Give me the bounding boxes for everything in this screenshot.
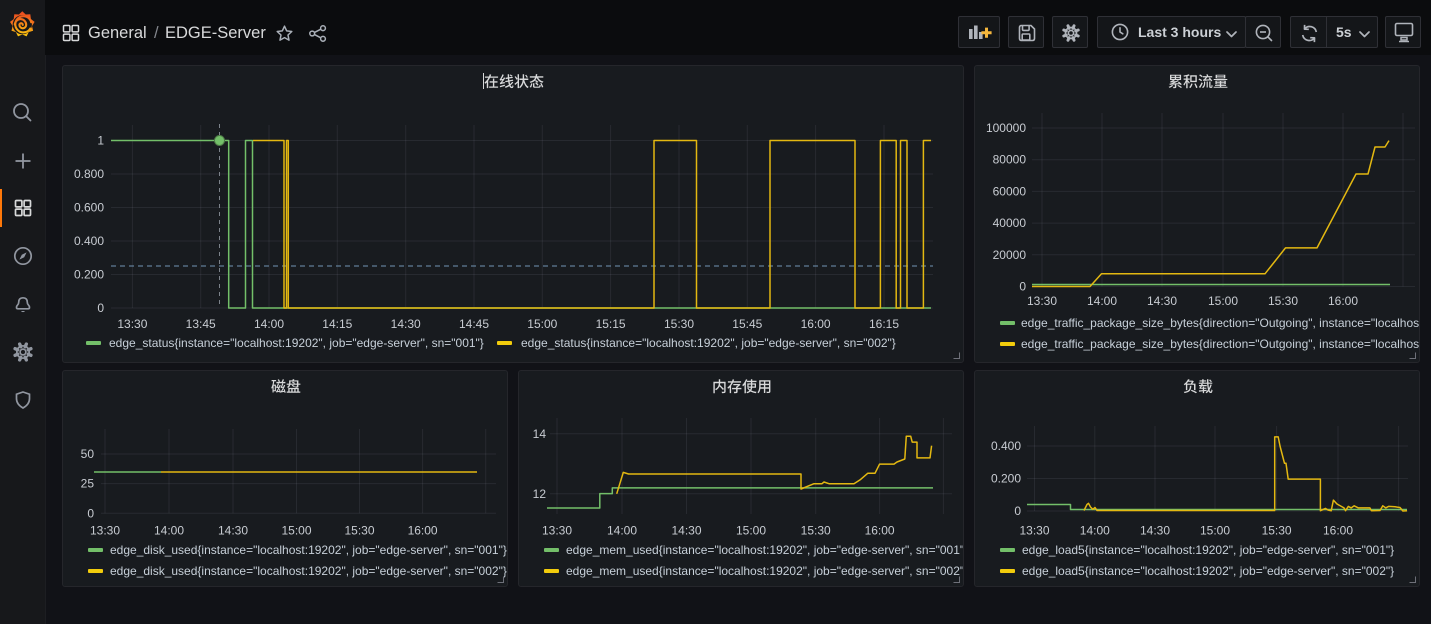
svg-text:0: 0 (87, 506, 94, 520)
svg-text:14:00: 14:00 (1087, 294, 1117, 308)
svg-text:12: 12 (533, 487, 547, 501)
svg-text:16:15: 16:15 (869, 317, 899, 331)
svg-text:80000: 80000 (993, 153, 1027, 167)
svg-text:0: 0 (1014, 504, 1021, 518)
svg-text:15:30: 15:30 (801, 524, 831, 538)
svg-text:14:30: 14:30 (1140, 524, 1170, 538)
svg-text:14: 14 (533, 427, 547, 441)
svg-text:14:30: 14:30 (391, 317, 421, 331)
svg-text:16:00: 16:00 (408, 524, 438, 538)
svg-text:15:00: 15:00 (1200, 524, 1230, 538)
svg-text:14:30: 14:30 (1147, 294, 1177, 308)
svg-text:50: 50 (81, 447, 95, 461)
svg-text:25: 25 (81, 477, 95, 491)
svg-text:13:30: 13:30 (117, 317, 147, 331)
svg-text:40000: 40000 (993, 216, 1027, 230)
svg-text:15:45: 15:45 (732, 317, 762, 331)
svg-text:13:30: 13:30 (542, 524, 572, 538)
svg-text:13:30: 13:30 (90, 524, 120, 538)
svg-text:14:30: 14:30 (218, 524, 248, 538)
svg-text:15:30: 15:30 (344, 524, 374, 538)
svg-text:14:00: 14:00 (607, 524, 637, 538)
svg-text:60000: 60000 (993, 184, 1027, 198)
svg-text:15:00: 15:00 (736, 524, 766, 538)
svg-text:100000: 100000 (986, 121, 1026, 135)
svg-text:14:00: 14:00 (254, 317, 284, 331)
svg-text:0: 0 (1019, 280, 1026, 294)
svg-text:14:00: 14:00 (1080, 524, 1110, 538)
svg-text:15:00: 15:00 (281, 524, 311, 538)
svg-text:20000: 20000 (993, 248, 1027, 262)
svg-text:0.800: 0.800 (74, 167, 104, 181)
svg-text:15:30: 15:30 (1262, 524, 1292, 538)
svg-text:14:15: 14:15 (322, 317, 352, 331)
svg-text:0: 0 (97, 301, 104, 315)
svg-text:16:00: 16:00 (1323, 524, 1353, 538)
svg-text:16:00: 16:00 (1328, 294, 1358, 308)
svg-text:0.200: 0.200 (74, 268, 104, 282)
svg-text:13:45: 13:45 (186, 317, 216, 331)
svg-text:14:30: 14:30 (671, 524, 701, 538)
svg-text:13:30: 13:30 (1027, 294, 1057, 308)
svg-text:0.400: 0.400 (74, 234, 104, 248)
svg-text:14:00: 14:00 (154, 524, 184, 538)
svg-text:0.600: 0.600 (74, 201, 104, 215)
svg-text:0.400: 0.400 (991, 439, 1021, 453)
svg-text:0.200: 0.200 (991, 472, 1021, 486)
svg-text:15:15: 15:15 (596, 317, 626, 331)
svg-text:16:00: 16:00 (865, 524, 895, 538)
svg-text:15:00: 15:00 (1208, 294, 1238, 308)
svg-text:15:30: 15:30 (664, 317, 694, 331)
svg-text:15:30: 15:30 (1268, 294, 1298, 308)
svg-text:1: 1 (97, 134, 104, 148)
svg-text:13:30: 13:30 (1019, 524, 1049, 538)
svg-text:15:00: 15:00 (527, 317, 557, 331)
svg-text:16:00: 16:00 (801, 317, 831, 331)
svg-text:14:45: 14:45 (459, 317, 489, 331)
